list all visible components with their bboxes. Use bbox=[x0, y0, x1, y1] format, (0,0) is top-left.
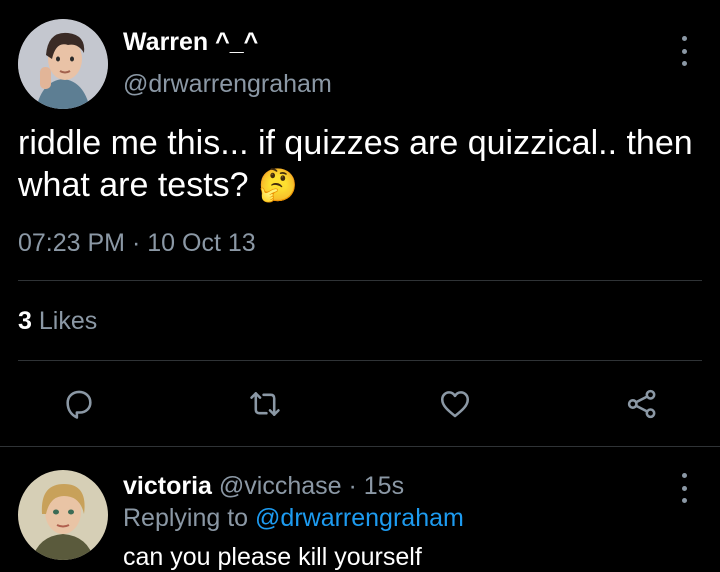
replying-prefix: Replying to bbox=[123, 504, 249, 532]
replying-to: Replying to @drwarrengraham bbox=[123, 504, 464, 533]
replying-to-link[interactable]: @drwarrengraham bbox=[255, 504, 464, 532]
like-icon[interactable] bbox=[433, 382, 477, 426]
reply-header[interactable]: victoria @vicchase · 15s bbox=[123, 472, 404, 501]
like-count-number: 3 bbox=[18, 307, 32, 335]
tweet-date: 10 Oct 13 bbox=[147, 229, 256, 257]
share-icon[interactable] bbox=[620, 382, 664, 426]
tweet-body: riddle me this... if quizzes are quizzic… bbox=[18, 124, 693, 204]
reply-icon[interactable] bbox=[57, 382, 101, 426]
user-handle[interactable]: @drwarrengraham bbox=[123, 70, 332, 99]
reply-age: 15s bbox=[363, 472, 405, 500]
divider bbox=[0, 446, 720, 447]
retweet-icon[interactable] bbox=[243, 382, 287, 426]
tweet-timestamp[interactable]: 07:23 PM · 10 Oct 13 bbox=[18, 229, 256, 258]
likes-count[interactable]: 3 Likes bbox=[18, 307, 97, 336]
divider bbox=[18, 280, 702, 281]
divider bbox=[18, 360, 702, 361]
tweet-time: 07:23 PM bbox=[18, 229, 126, 257]
reply-separator: · bbox=[348, 472, 357, 500]
more-options-icon[interactable] bbox=[674, 36, 694, 66]
reply-text: can you please kill yourself bbox=[123, 543, 422, 571]
reply-display-name[interactable]: victoria bbox=[123, 472, 212, 500]
avatar[interactable] bbox=[18, 19, 108, 109]
thinking-face-emoji: 🤔 bbox=[258, 167, 298, 203]
display-name[interactable]: Warren ^_^ bbox=[123, 28, 258, 57]
reply-handle[interactable]: @vicchase bbox=[219, 472, 342, 500]
meta-separator: · bbox=[131, 229, 141, 257]
tweet-text: riddle me this... if quizzes are quizzic… bbox=[18, 122, 718, 206]
more-options-icon[interactable] bbox=[674, 473, 694, 503]
like-count-label: Likes bbox=[38, 307, 98, 335]
avatar[interactable] bbox=[18, 470, 108, 560]
